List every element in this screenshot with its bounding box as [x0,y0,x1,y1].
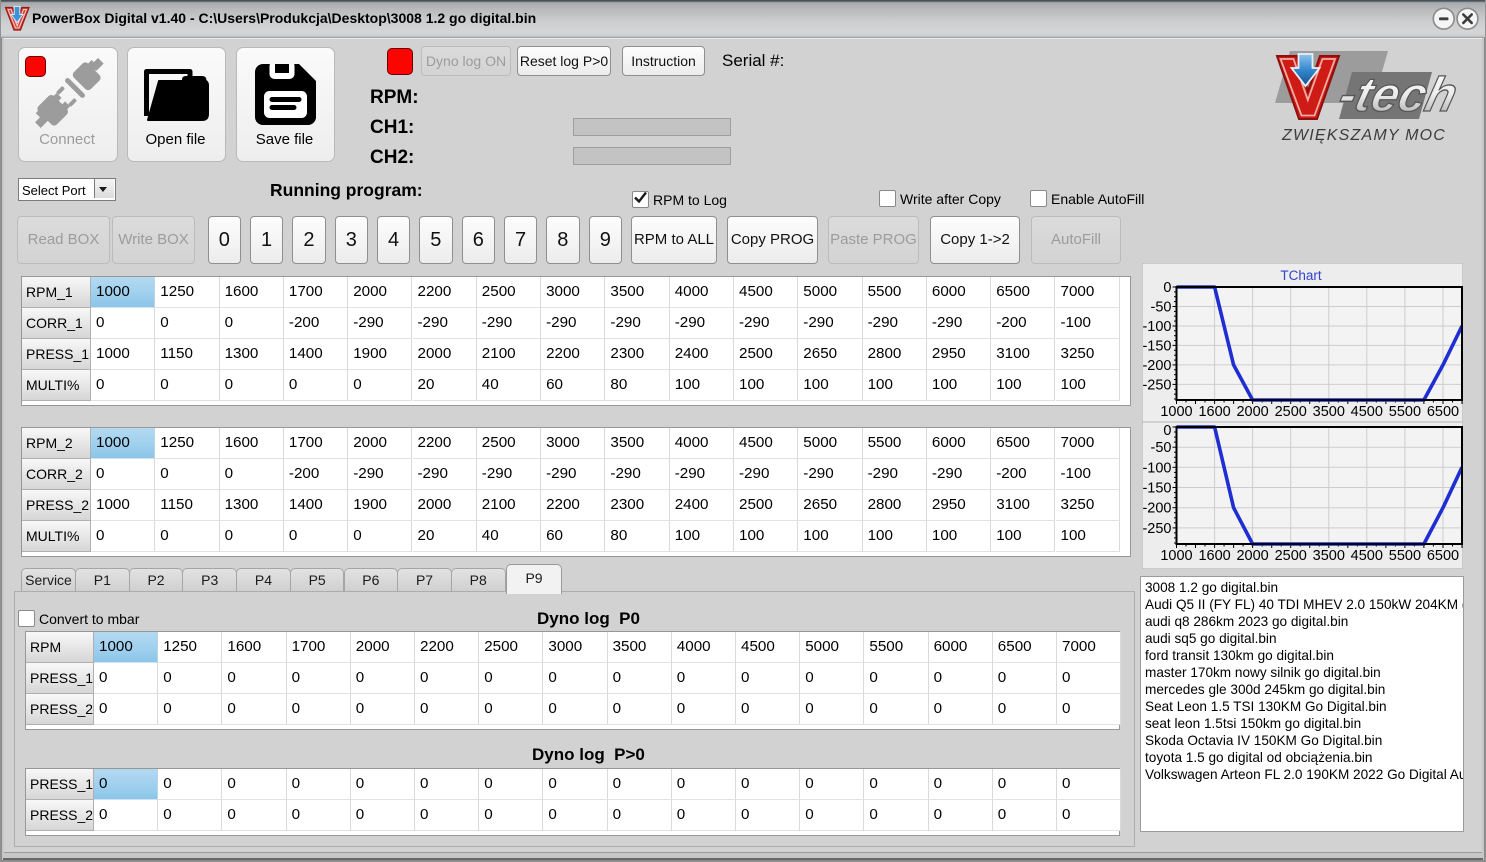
svg-text:-200: -200 [1142,501,1171,517]
svg-text:6500: 6500 [1427,548,1459,564]
svg-text:TChart: TChart [1280,268,1322,283]
svg-text:-150: -150 [1142,338,1171,354]
svg-text:0: 0 [1163,423,1171,439]
svg-text:1600: 1600 [1198,548,1230,564]
svg-text:2000: 2000 [1236,404,1268,420]
svg-text:2500: 2500 [1275,548,1307,564]
svg-text:5500: 5500 [1389,548,1421,564]
svg-text:-tech: -tech [1334,68,1460,122]
svg-text:-200: -200 [1142,358,1171,374]
svg-text:2500: 2500 [1275,404,1307,420]
svg-text:3500: 3500 [1313,548,1345,564]
svg-text:1000: 1000 [1160,404,1192,420]
svg-text:3500: 3500 [1313,404,1345,420]
svg-text:5500: 5500 [1389,404,1421,420]
svg-text:1000: 1000 [1160,548,1192,564]
svg-text:-50: -50 [1151,300,1172,316]
svg-text:-250: -250 [1142,521,1171,537]
svg-text:-100: -100 [1142,460,1171,476]
svg-text:4500: 4500 [1351,548,1383,564]
svg-text:2000: 2000 [1236,548,1268,564]
svg-text:4500: 4500 [1351,404,1383,420]
svg-text:-250: -250 [1142,377,1171,393]
svg-text:6500: 6500 [1427,404,1459,420]
svg-text:ZWIĘKSZAMY MOC: ZWIĘKSZAMY MOC [1281,127,1446,144]
svg-text:-50: -50 [1151,440,1172,456]
svg-text:0: 0 [1163,280,1171,296]
svg-text:1600: 1600 [1198,404,1230,420]
svg-text:-100: -100 [1142,319,1171,335]
svg-text:-150: -150 [1142,481,1171,497]
